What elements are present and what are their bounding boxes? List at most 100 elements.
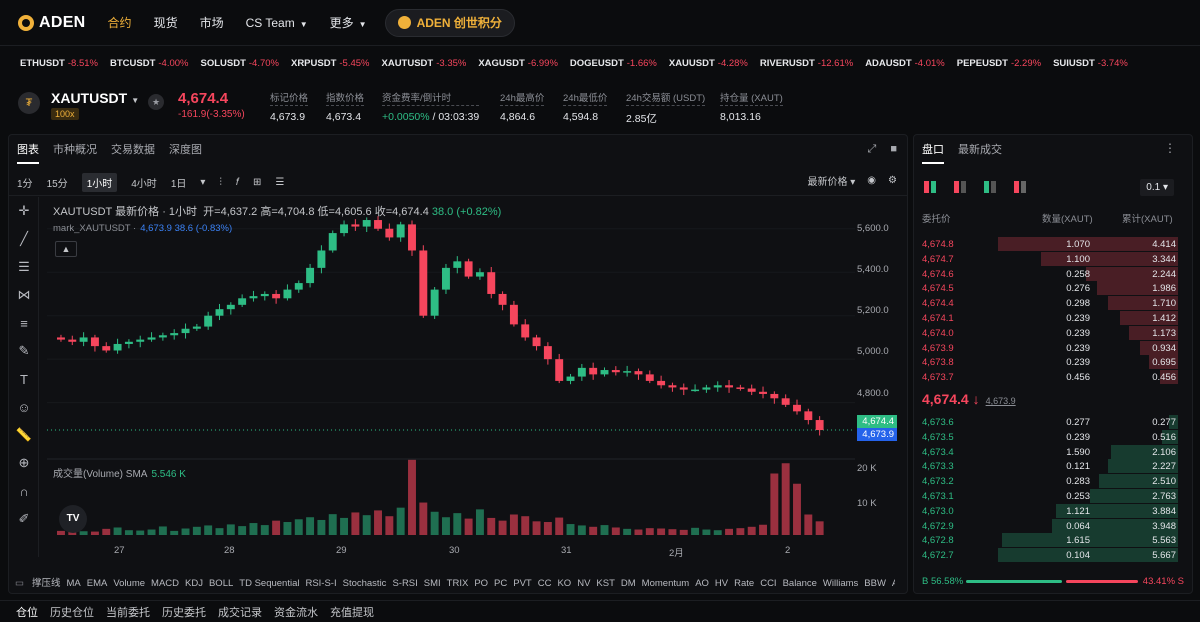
bid-row[interactable]: 4,673.6 0.277 0.277 <box>914 415 1192 430</box>
bottom-tab[interactable]: 历史委托 <box>162 604 206 620</box>
tab-trading-data[interactable]: 交易数据 <box>111 141 155 164</box>
indicator-item[interactable]: BOLL <box>209 578 233 589</box>
indicator-item[interactable]: BBW <box>864 578 886 589</box>
collapse-legend-button[interactable]: ▲ <box>55 241 77 257</box>
indicator-item[interactable]: Balance <box>783 578 817 589</box>
indicator-item[interactable]: PC <box>494 578 507 589</box>
ask-row[interactable]: 4,674.6 0.258 2.244 <box>914 266 1192 282</box>
tab-recent-trades[interactable]: 最新成交 <box>958 141 1002 164</box>
horizontal-lines-icon[interactable]: ☰ <box>9 253 39 281</box>
price-mode-select[interactable]: 最新价格 ▾ <box>807 173 855 188</box>
indicator-item[interactable]: KST <box>596 578 614 589</box>
indicator-item[interactable]: SMI <box>424 578 441 589</box>
indicator-item[interactable]: Momentum <box>642 578 690 589</box>
genesis-points-button[interactable]: ADEN 创世积分 <box>384 8 515 37</box>
ticker-item[interactable]: XAUUSDT -4.28% <box>669 58 748 69</box>
view-bids-icon[interactable] <box>984 181 998 193</box>
interval-1d[interactable]: 1日 <box>171 175 187 190</box>
ask-row[interactable]: 4,673.7 0.456 0.456 <box>914 370 1192 385</box>
indicator-item[interactable]: Stochastic <box>343 578 387 589</box>
bottom-tab[interactable]: 资金流水 <box>274 604 318 620</box>
price-chart[interactable] <box>47 197 857 541</box>
indicator-item[interactable]: PVT <box>513 578 531 589</box>
indicator-item[interactable]: KO <box>557 578 571 589</box>
chevron-down-icon[interactable]: ▾ <box>200 177 205 188</box>
ask-row[interactable]: 4,673.8 0.239 0.695 <box>914 355 1192 370</box>
bid-row[interactable]: 4,673.5 0.239 0.516 <box>914 429 1192 445</box>
tab-overview[interactable]: 市种概况 <box>53 141 97 164</box>
ticker-item[interactable]: XRPUSDT -5.45% <box>291 58 370 69</box>
indicator-item[interactable]: EMA <box>87 578 108 589</box>
ruler-icon[interactable]: 📏 <box>9 421 39 449</box>
indicator-item[interactable]: NV <box>577 578 590 589</box>
ticker-item[interactable]: PEPEUSDT -2.29% <box>957 58 1041 69</box>
magnet-icon[interactable]: ∩ <box>9 477 39 505</box>
indicator-item[interactable]: CC <box>538 578 552 589</box>
bid-row[interactable]: 4,672.8 1.615 5.563 <box>914 533 1192 548</box>
ticker-item[interactable]: RIVERUSDT -12.61% <box>760 58 853 69</box>
interval-15m[interactable]: 15分 <box>47 175 68 190</box>
ask-row[interactable]: 4,674.5 0.276 1.986 <box>914 281 1192 296</box>
bottom-tab[interactable]: 历史仓位 <box>50 604 94 620</box>
nav-spot[interactable]: 现货 <box>154 14 178 31</box>
favorite-star-icon[interactable]: ★ <box>148 94 164 110</box>
bottom-tab[interactable]: 充值提现 <box>330 604 374 620</box>
indicator-item[interactable]: Rate <box>734 578 754 589</box>
more-icon[interactable]: ⋮ <box>1164 141 1176 155</box>
nav-market[interactable]: 市场 <box>200 14 224 31</box>
pattern-icon[interactable]: ⋈ <box>9 281 39 309</box>
bid-row[interactable]: 4,672.9 0.064 3.948 <box>914 518 1192 534</box>
ticker-item[interactable]: BTCUSDT -4.00% <box>110 58 189 69</box>
brush-icon[interactable]: ✎ <box>9 337 39 365</box>
bid-row[interactable]: 4,672.7 0.104 5.667 <box>914 548 1192 563</box>
indicator-item[interactable]: S-RSI <box>392 578 417 589</box>
ask-row[interactable]: 4,674.1 0.239 1.412 <box>914 310 1192 326</box>
text-icon[interactable]: T <box>9 365 39 393</box>
expand-icon[interactable]: ⤢ <box>868 143 877 156</box>
emoji-icon[interactable]: ☺ <box>9 393 39 421</box>
bottom-tab[interactable]: 当前委托 <box>106 604 150 620</box>
indicator-item[interactable]: PO <box>474 578 488 589</box>
view-depth-icon[interactable] <box>1014 181 1028 193</box>
indicator-item[interactable]: TRIX <box>447 578 469 589</box>
ticker-item[interactable]: ADAUSDT -4.01% <box>865 58 945 69</box>
bottom-tab[interactable]: 仓位 <box>16 604 38 620</box>
lock-drawing-icon[interactable]: ✐ <box>9 505 39 533</box>
ask-row[interactable]: 4,673.9 0.239 0.934 <box>914 340 1192 356</box>
ask-row[interactable]: 4,674.4 0.298 1.710 <box>914 296 1192 311</box>
indicator-item[interactable]: MA <box>67 578 81 589</box>
indicator-item[interactable]: HV <box>715 578 728 589</box>
precision-select[interactable]: 0.1 ▾ <box>1140 179 1174 196</box>
ticker-item[interactable]: ETHUSDT -8.51% <box>20 58 98 69</box>
bid-row[interactable]: 4,673.2 0.283 2.510 <box>914 474 1192 489</box>
tab-depth[interactable]: 深度图 <box>169 141 202 164</box>
candle-type-icon[interactable]: ⫶ <box>219 177 222 188</box>
tab-orderbook[interactable]: 盘口 <box>922 141 944 164</box>
indicator-item[interactable]: TD Sequential <box>239 578 299 589</box>
bid-row[interactable]: 4,673.0 1.121 3.884 <box>914 503 1192 519</box>
indicator-item[interactable]: 撑压线 <box>32 578 61 589</box>
trendline-icon[interactable]: ╱ <box>9 225 39 253</box>
bottom-tab[interactable]: 成交记录 <box>218 604 262 620</box>
brand-logo[interactable]: ADEN <box>18 14 86 32</box>
ticker-item[interactable]: DOGEUSDT -1.66% <box>570 58 657 69</box>
bid-row[interactable]: 4,673.1 0.253 2.763 <box>914 488 1192 504</box>
indicators-icon[interactable]: 𝑓 <box>236 177 239 188</box>
interval-4h[interactable]: 4小时 <box>131 175 157 190</box>
calendar-icon[interactable]: ▭ <box>15 578 24 589</box>
indicator-item[interactable]: Volume <box>113 578 145 589</box>
ask-row[interactable]: 4,674.7 1.100 3.344 <box>914 251 1192 267</box>
indicator-item[interactable]: KDJ <box>185 578 203 589</box>
nav-contracts[interactable]: 合约 <box>108 14 132 31</box>
ticker-item[interactable]: XAGUSDT -6.99% <box>478 58 558 69</box>
tradingview-logo[interactable]: TV <box>59 505 87 533</box>
nav-more[interactable]: 更多 ▼ <box>330 14 367 31</box>
camera-icon[interactable]: ◉ <box>867 175 876 186</box>
view-both-icon[interactable] <box>924 181 938 193</box>
indicator-item[interactable]: CCI <box>760 578 776 589</box>
compare-icon[interactable]: ⊞ <box>253 177 261 188</box>
ask-row[interactable]: 4,674.8 1.070 4.414 <box>914 237 1192 252</box>
indicator-item[interactable]: Williams <box>823 578 858 589</box>
indicator-item[interactable]: MACD <box>151 578 179 589</box>
fib-icon[interactable]: ≡ <box>9 309 39 337</box>
